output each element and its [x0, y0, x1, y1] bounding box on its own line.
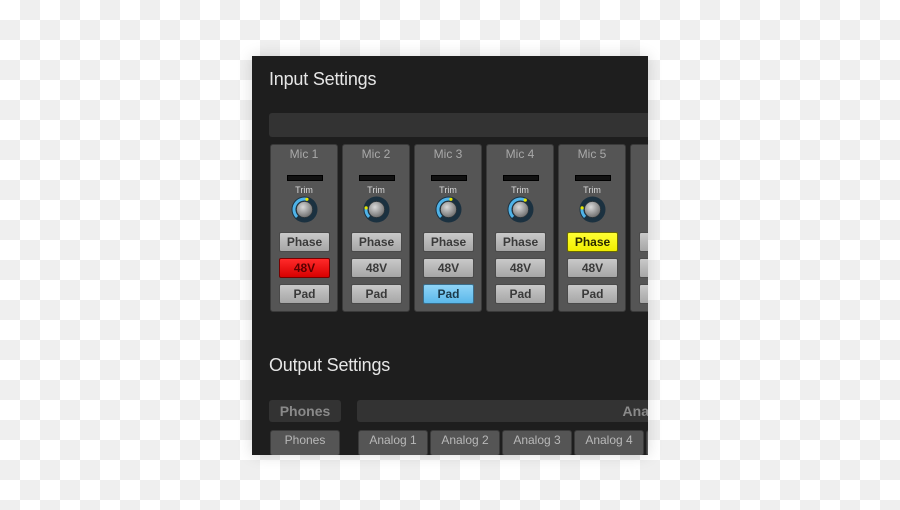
- pad-button[interactable]: Pad: [423, 284, 474, 304]
- 48v-button[interactable]: 48V: [423, 258, 474, 278]
- level-meter: [431, 175, 467, 181]
- output-channel-analog-2[interactable]: Analog 2: [430, 430, 500, 455]
- level-meter: [575, 175, 611, 181]
- channel-name: Mic 3: [433, 147, 463, 161]
- channel-name: Mic 1: [289, 147, 319, 161]
- channel-strip-4: Mic 4 Trim Phase 48V Pad: [486, 144, 554, 312]
- trim-knob[interactable]: [291, 196, 318, 223]
- level-meter: [359, 175, 395, 181]
- phase-button[interactable]: Phase: [423, 232, 474, 252]
- knob-indicator: [523, 198, 527, 202]
- input-strip-header: [269, 113, 648, 137]
- output-channel-analog-3[interactable]: Analog 3: [502, 430, 572, 455]
- level-meter: [287, 175, 323, 181]
- output-channel-analog-4[interactable]: Analog 4: [574, 430, 644, 455]
- pad-button[interactable]: [639, 284, 648, 304]
- trim-knob[interactable]: [363, 196, 390, 223]
- pad-button[interactable]: Pad: [567, 284, 618, 304]
- trim-label: Trim: [367, 185, 385, 195]
- 48v-button[interactable]: [639, 258, 648, 278]
- trim-knob[interactable]: [507, 196, 534, 223]
- output-channel-analog-1[interactable]: Analog 1: [358, 430, 428, 455]
- settings-panel: Input Settings Mic 1 Trim Phase 48V Pad …: [252, 56, 648, 455]
- trim-knob[interactable]: [579, 196, 606, 223]
- tab-phones[interactable]: Phones: [269, 400, 341, 422]
- trim-label: Trim: [511, 185, 529, 195]
- output-channel-phones[interactable]: Phones: [270, 430, 340, 455]
- knob-indicator: [449, 197, 453, 201]
- knob-indicator: [580, 206, 584, 210]
- channel-strip-2: Mic 2 Trim Phase 48V Pad: [342, 144, 410, 312]
- trim-knob[interactable]: [435, 196, 462, 223]
- channel-strip-3: Mic 3 Trim Phase 48V Pad: [414, 144, 482, 312]
- channel-name: Mic 2: [361, 147, 391, 161]
- channel-strip-5: Mic 5 Trim Phase 48V Pad: [558, 144, 626, 312]
- 48v-button[interactable]: 48V: [351, 258, 402, 278]
- output-settings-title: Output Settings: [269, 355, 391, 375]
- output-channel-partial[interactable]: [646, 430, 648, 455]
- knob-indicator: [305, 197, 309, 201]
- knob-indicator: [364, 206, 368, 210]
- phase-button[interactable]: Phase: [351, 232, 402, 252]
- trim-label: Trim: [439, 185, 457, 195]
- trim-label: Trim: [583, 185, 601, 195]
- 48v-button[interactable]: 48V: [495, 258, 546, 278]
- phase-button[interactable]: Phase: [279, 232, 330, 252]
- level-meter: [503, 175, 539, 181]
- channel-strip-partial: [630, 144, 648, 312]
- phase-button[interactable]: Phase: [567, 232, 618, 252]
- phase-button[interactable]: Phase: [495, 232, 546, 252]
- trim-label: Trim: [295, 185, 313, 195]
- channel-name: Mic 5: [577, 147, 607, 161]
- pad-button[interactable]: Pad: [351, 284, 402, 304]
- input-settings-title: Input Settings: [269, 69, 377, 89]
- channel-name: Mic 4: [505, 147, 535, 161]
- pad-button[interactable]: Pad: [495, 284, 546, 304]
- 48v-button[interactable]: 48V: [279, 258, 330, 278]
- 48v-button[interactable]: 48V: [567, 258, 618, 278]
- channel-strip-1: Mic 1 Trim Phase 48V Pad: [270, 144, 338, 312]
- tab-analog[interactable]: Ana: [357, 400, 648, 422]
- phase-button[interactable]: [639, 232, 648, 252]
- pad-button[interactable]: Pad: [279, 284, 330, 304]
